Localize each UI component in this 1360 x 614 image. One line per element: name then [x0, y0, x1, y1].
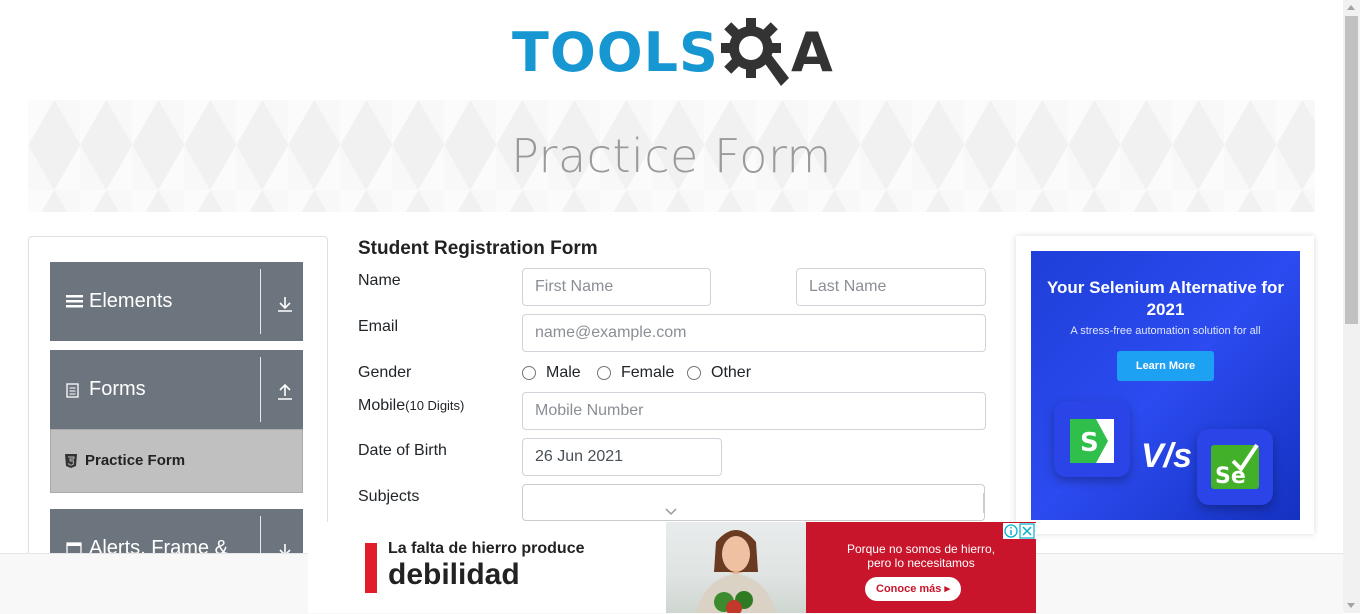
divider: [260, 269, 261, 334]
subjects-label: Subjects: [358, 488, 420, 505]
radio-button[interactable]: [522, 366, 536, 380]
katalon-logo-tile: S: [1054, 401, 1130, 477]
ad-bottom-line1: La falta de hierro produce: [388, 540, 585, 557]
toolsqa-logo[interactable]: TOOLS A: [512, 16, 833, 90]
woman-with-vegetables-image: [696, 530, 776, 613]
form-title: Student Registration Form: [358, 238, 598, 259]
ad-info-close-icons[interactable]: [1003, 523, 1036, 539]
radio-button[interactable]: [597, 366, 611, 380]
ad-banner-right[interactable]: Your Selenium Alternative for 2021 A str…: [1016, 236, 1314, 534]
last-name-input[interactable]: [796, 268, 986, 306]
radio-label[interactable]: Male: [546, 364, 581, 382]
sidebar-group-label: Elements: [89, 290, 173, 312]
sidebar: Elements Forms Practice Form Alerts, Fra…: [28, 236, 328, 588]
sidebar-group-label: Forms: [89, 378, 146, 400]
radio-button[interactable]: [687, 366, 701, 380]
mobile-label-text: Mobile: [358, 397, 406, 414]
ad-headline: Your Selenium Alternative for 2021: [1046, 278, 1285, 319]
hamburger-icon: [66, 295, 83, 308]
vertical-scrollbar[interactable]: [1343, 0, 1360, 613]
ad-bottom-line2: debilidad: [388, 558, 520, 591]
ad-photo: [666, 522, 806, 613]
subjects-input[interactable]: [522, 484, 985, 521]
ad-red-panel[interactable]: Porque no somos de hierro, pero lo necesi…: [806, 522, 1036, 613]
gender-radio-male[interactable]: Male: [522, 364, 581, 382]
sidebar-item-label: Practice Form: [85, 452, 186, 469]
divider: [260, 357, 261, 422]
chevron-down-icon[interactable]: [665, 507, 677, 517]
email-label: Email: [358, 318, 399, 335]
katalon-logo-icon: S: [1070, 419, 1114, 463]
conoce-mas-button[interactable]: Conoce más ▸: [865, 577, 961, 601]
selenium-logo-tile: Se: [1197, 429, 1273, 505]
mobile-label: Mobile(10 Digits): [358, 397, 464, 415]
gender-label: Gender: [358, 364, 412, 381]
date-of-birth-input[interactable]: [522, 438, 722, 476]
radio-label[interactable]: Female: [621, 364, 674, 382]
ad-red-text-2: pero lo necesitamos: [867, 556, 975, 570]
ad-banner-bottom[interactable]: La falta de hierro produce debilidad Por…: [308, 522, 1036, 613]
scroll-up-arrow-icon[interactable]: [1347, 5, 1355, 10]
scroll-down-arrow-icon[interactable]: [1347, 603, 1355, 608]
divider: [983, 493, 984, 513]
tile-right-text: Se: [1215, 464, 1246, 489]
upload-arrow-icon[interactable]: [276, 383, 294, 401]
page-banner: Practice Form: [28, 100, 1315, 212]
dob-label: Date of Birth: [358, 442, 447, 459]
page-title: Practice Form: [511, 129, 832, 183]
selenium-logo-icon: Se: [1211, 443, 1259, 489]
sidebar-group-forms[interactable]: Forms: [50, 350, 303, 429]
name-label: Name: [358, 272, 401, 289]
sidebar-group-elements[interactable]: Elements: [50, 262, 303, 341]
first-name-input[interactable]: [522, 268, 711, 306]
vs-text: V/s: [1141, 437, 1193, 475]
gender-radio-other[interactable]: Other: [687, 364, 751, 382]
ad-red-text: Porque no somos de hierro, pero lo necesi…: [806, 542, 1036, 570]
ad-subtext: A stress-free automation solution for al…: [1070, 325, 1261, 337]
gender-radio-female[interactable]: Female: [597, 364, 674, 382]
html5-icon: [65, 454, 77, 468]
email-input[interactable]: [522, 314, 986, 352]
learn-more-button[interactable]: Learn More: [1117, 351, 1214, 381]
ad-choices-badge[interactable]: [1003, 523, 1036, 539]
ad-creative[interactable]: Your Selenium Alternative for 2021 A str…: [1031, 251, 1300, 520]
logo-text-tools: TOOLS: [512, 21, 719, 84]
download-arrow-icon[interactable]: [276, 295, 294, 313]
document-icon: [66, 383, 79, 398]
scroll-thumb[interactable]: [1345, 16, 1358, 324]
tile-left-text: S: [1080, 428, 1099, 458]
logo-text-a: A: [790, 21, 833, 84]
ad-red-text-1: Porque no somos de hierro,: [846, 542, 996, 556]
gear-magnifier-icon: [720, 18, 789, 86]
radio-label[interactable]: Other: [711, 364, 751, 382]
sidebar-item-practice-form[interactable]: Practice Form: [50, 429, 303, 493]
mobile-input[interactable]: [522, 392, 986, 430]
mobile-hint: (10 Digits): [405, 398, 465, 413]
red-accent-bar: [365, 543, 377, 593]
